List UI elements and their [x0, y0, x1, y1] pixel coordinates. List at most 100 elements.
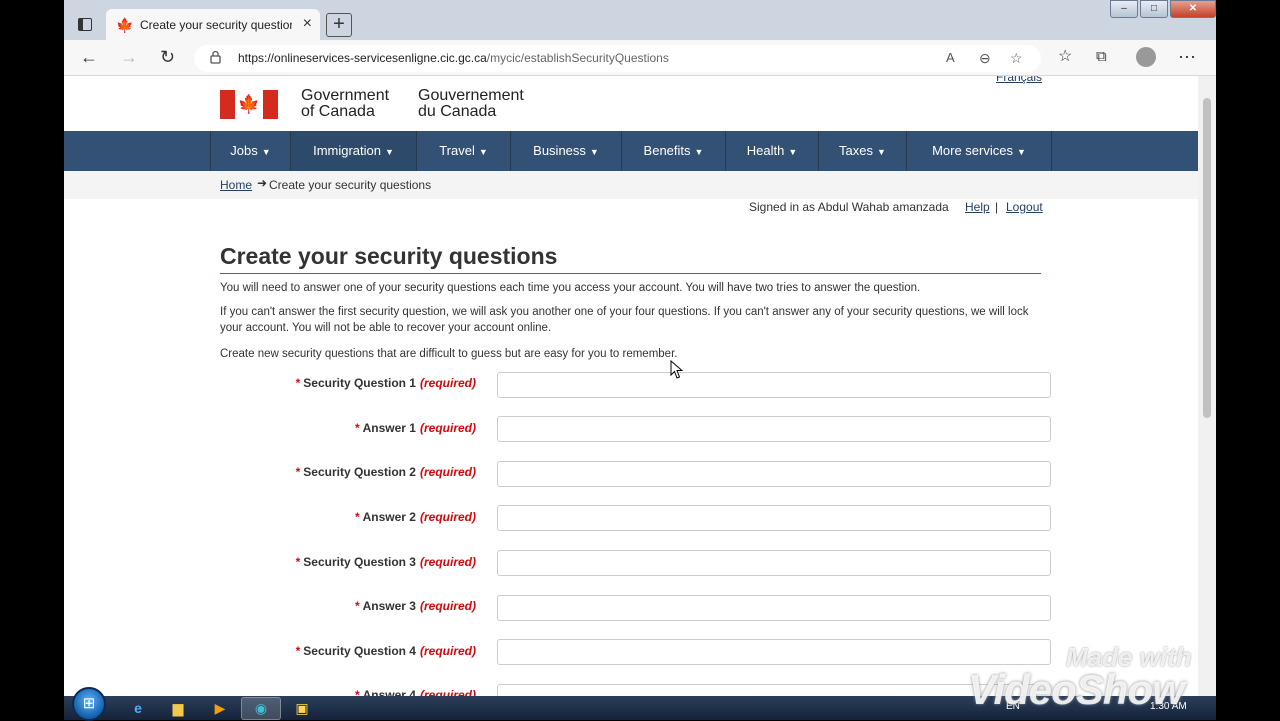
- canada-flag-icon: 🍁: [220, 90, 278, 119]
- watermark-line2: VideoShow: [968, 666, 1185, 713]
- breadcrumb-home-link[interactable]: Home: [220, 178, 252, 192]
- menu-health[interactable]: Health ▼: [725, 131, 818, 171]
- favorites-icon[interactable]: ☆: [1058, 48, 1072, 66]
- field-label-text: Security Question 3: [303, 555, 416, 569]
- intro-paragraph-2: If you can't answer the first security q…: [220, 306, 1029, 334]
- read-aloud-icon[interactable]: A: [946, 50, 955, 65]
- tab-title: Create your security questions - Immigra…: [140, 18, 292, 32]
- required-star: *: [295, 644, 301, 658]
- mouse-cursor-icon: [670, 360, 684, 379]
- signature-en-line1: Government: [301, 87, 390, 104]
- caret-down-icon: ▼: [1017, 147, 1026, 157]
- app-icon[interactable]: ▣: [292, 699, 312, 717]
- answer-3-label: * Answer 3 (required): [64, 599, 476, 613]
- government-signature[interactable]: 🍁 Government of Canada Gouvernement du C…: [220, 87, 530, 120]
- zoom-icon[interactable]: ⊖: [979, 50, 991, 67]
- menu-business[interactable]: Business ▼: [510, 131, 621, 171]
- favorite-add-icon[interactable]: ☆: [1010, 50, 1023, 67]
- required-marker: (required): [419, 644, 476, 658]
- required-star: *: [295, 465, 301, 479]
- signature-fr-line1: Gouvernement: [418, 87, 524, 104]
- start-button[interactable]: ⊞: [72, 687, 106, 721]
- collections-icon[interactable]: ⧉: [1096, 48, 1107, 66]
- more-menu-icon[interactable]: ⋯: [1178, 48, 1196, 66]
- media-player-icon[interactable]: ▶: [210, 699, 230, 717]
- menu-immigration[interactable]: Immigration ▼: [290, 131, 416, 171]
- breadcrumb-current: Create your security questions: [269, 178, 432, 192]
- security-question-1-label: * Security Question 1 (required): [64, 376, 476, 390]
- menu-label: Benefits: [643, 143, 691, 158]
- address-bar[interactable]: https://onlineservices-servicesenligne.c…: [194, 45, 1041, 72]
- caret-down-icon: ▼: [589, 147, 599, 157]
- menu-divider: [1051, 131, 1052, 171]
- breadcrumb: Home ➜ Create your security questions: [64, 171, 1198, 199]
- answer-2-input[interactable]: [497, 505, 1051, 531]
- profile-avatar[interactable]: [1136, 47, 1156, 67]
- refresh-icon[interactable]: ↻: [160, 48, 175, 66]
- minimize-button[interactable]: –: [1110, 0, 1138, 18]
- help-link[interactable]: Help: [965, 200, 990, 214]
- page-content: Français 🍁 Government of Canada Gouverne…: [64, 76, 1198, 696]
- field-label-text: Answer 2: [362, 510, 416, 524]
- tab-strip: 🍁 Create your security questions - Immig…: [64, 0, 1216, 40]
- maple-leaf-icon: 🍁: [116, 17, 134, 33]
- security-question-2-input[interactable]: [497, 461, 1051, 487]
- answer-2-label: * Answer 2 (required): [64, 510, 476, 524]
- main-menu: Jobs ▼ Immigration ▼ Travel ▼ Business ▼ Ben…: [64, 131, 1198, 171]
- answer-4-label: * Answer 4 (required): [64, 688, 476, 696]
- menu-jobs[interactable]: Jobs ▼: [210, 131, 290, 171]
- back-icon[interactable]: ←: [80, 48, 98, 66]
- security-question-3-input[interactable]: [497, 550, 1051, 576]
- scrollbar-thumb[interactable]: [1203, 98, 1211, 418]
- menu-label: Immigration: [313, 143, 381, 158]
- required-star: *: [354, 421, 360, 435]
- signature-english: Government of Canada: [301, 88, 389, 120]
- required-star: *: [354, 688, 360, 696]
- caret-down-icon: ▼: [385, 147, 394, 157]
- field-label-text: Security Question 4: [303, 644, 416, 658]
- arrow-right-icon: ➜: [257, 176, 268, 190]
- field-label-text: Answer 1: [362, 421, 416, 435]
- answer-1-input[interactable]: [497, 416, 1051, 442]
- security-question-4-input[interactable]: [497, 639, 1051, 665]
- required-marker: (required): [419, 510, 476, 524]
- menu-benefits[interactable]: Benefits ▼: [621, 131, 725, 171]
- menu-label: Jobs: [230, 143, 258, 158]
- edge-browser-icon[interactable]: ◉: [251, 699, 271, 717]
- security-question-4-label: * Security Question 4 (required): [64, 644, 476, 658]
- security-question-3-label: * Security Question 3 (required): [64, 555, 476, 569]
- url-text[interactable]: https://onlineservices-servicesenligne.c…: [238, 51, 669, 65]
- url-path: /mycic/establishSecurityQuestions: [486, 51, 669, 65]
- tab-active[interactable]: 🍁 Create your security questions - Immig…: [106, 9, 320, 40]
- required-marker: (required): [419, 376, 476, 390]
- required-marker: (required): [419, 599, 476, 613]
- required-star: *: [354, 510, 360, 524]
- file-explorer-icon[interactable]: ▆: [168, 699, 188, 717]
- field-label-text: Answer 4: [362, 688, 416, 696]
- close-window-button[interactable]: ✕: [1170, 0, 1216, 18]
- menu-label: Health: [746, 143, 785, 158]
- caret-down-icon: ▼: [877, 147, 886, 157]
- internet-explorer-icon[interactable]: e: [128, 699, 148, 717]
- tab-actions-icon[interactable]: [78, 18, 92, 31]
- forward-icon[interactable]: →: [120, 48, 138, 66]
- answer-3-input[interactable]: [497, 595, 1051, 621]
- page-scrollbar[interactable]: [1198, 76, 1216, 696]
- close-tab-icon[interactable]: ×: [303, 15, 312, 33]
- logout-link[interactable]: Logout: [1006, 200, 1043, 214]
- required-marker: (required): [419, 688, 476, 696]
- menu-travel[interactable]: Travel ▼: [416, 131, 510, 171]
- intro-paragraph-3: Create new security questions that are d…: [220, 348, 678, 360]
- title-underline: [220, 273, 1041, 274]
- new-tab-button[interactable]: +: [326, 13, 352, 37]
- caret-down-icon: ▼: [478, 147, 488, 157]
- menu-label: Travel: [439, 143, 475, 158]
- menu-label: Taxes: [839, 143, 874, 158]
- security-question-1-input[interactable]: [497, 372, 1051, 398]
- maximize-button[interactable]: □: [1140, 0, 1168, 18]
- required-marker: (required): [419, 555, 476, 569]
- menu-taxes[interactable]: Taxes ▼: [818, 131, 906, 171]
- menu-label: More services: [932, 143, 1013, 158]
- menu-more-services[interactable]: More services ▼: [906, 131, 1051, 171]
- language-toggle-link[interactable]: Français: [996, 76, 1042, 84]
